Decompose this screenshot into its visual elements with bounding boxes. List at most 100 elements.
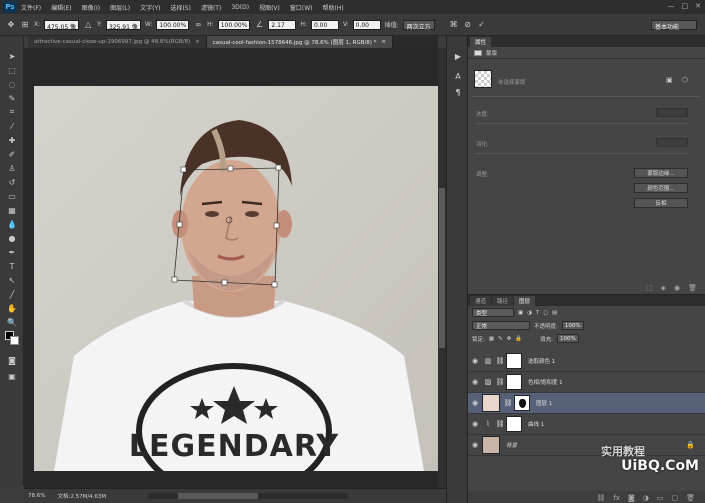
delete-icon[interactable]: 🗑 [688,284,697,292]
filter-pixel-icon[interactable]: ▣ [518,310,523,316]
feather-field[interactable] [656,138,688,147]
lasso-tool-icon[interactable]: ◌ [5,78,19,90]
scroll-thumb[interactable] [439,188,445,348]
dodge-tool-icon[interactable]: ● [5,232,19,244]
marquee-tool-icon[interactable]: ⬚ [5,64,19,76]
density-slider[interactable] [476,123,688,124]
layer-name[interactable]: 选取颜色 1 [528,357,555,365]
vertical-scrollbar[interactable] [438,48,446,488]
opacity-field[interactable]: 100% [561,321,584,330]
horizontal-scrollbar[interactable] [148,493,349,499]
chain-icon[interactable]: ⛓ [502,397,514,409]
transform-handle[interactable] [271,281,278,288]
load-selection-icon[interactable]: ⬚ [646,284,653,292]
close-button[interactable]: ✕ [695,2,701,10]
blend-mode-select[interactable]: 正常 [472,321,530,330]
minimize-button[interactable]: — [668,2,675,10]
fx-icon[interactable]: fx [613,494,620,502]
hskew-field[interactable]: 0.00 [310,19,339,30]
tab-layers[interactable]: 图层 [514,296,536,306]
quick-select-tool-icon[interactable]: ✎ [5,92,19,104]
layer-mask-thumbnail[interactable] [506,416,522,432]
cancel-icon[interactable]: ⊘ [463,20,473,30]
layer-row[interactable]: ◉ ▥ ⛓ 选取颜色 1 [468,351,705,372]
y-field[interactable]: 325.91 像 [105,19,141,31]
healing-tool-icon[interactable]: ✚ [5,134,19,146]
eraser-tool-icon[interactable]: ▭ [5,190,19,202]
chain-icon[interactable]: ⛓ [494,355,506,367]
color-range-button[interactable]: 颜色范围... [634,183,688,193]
tab-close-icon[interactable]: × [195,39,200,45]
filter-type-icon[interactable]: T [536,310,539,316]
document-image[interactable]: LEGENDARY [34,86,438,471]
new-layer-icon[interactable]: ▢ [671,494,678,502]
mask-edge-button[interactable]: 蒙版边缘... [634,168,688,178]
lock-move-icon[interactable]: ✥ [507,336,512,342]
stamp-tool-icon[interactable]: ♙ [5,162,19,174]
menu-3d[interactable]: 3D(D) [231,4,249,11]
chain-icon[interactable]: ⛓ [494,418,506,430]
tab-properties[interactable]: 属性 [470,37,492,47]
screen-mode-icon[interactable]: ▣ [5,370,19,382]
menu-filter[interactable]: 滤镜(T) [201,3,221,12]
density-field[interactable] [656,108,688,117]
tab-channels[interactable]: 通道 [470,296,492,306]
transform-handle[interactable] [176,221,183,228]
layer-mask-thumbnail[interactable] [506,374,522,390]
menu-image[interactable]: 图像(I) [82,3,100,12]
scroll-thumb[interactable] [178,493,259,499]
group-icon[interactable]: ▭ [657,494,664,502]
transform-handle[interactable] [221,279,228,286]
eye-icon[interactable]: ◉ [468,399,482,407]
workspace-select[interactable]: 基本功能 [651,20,697,31]
eye-icon[interactable]: ◉ [468,378,482,386]
tab-document-2[interactable]: casual-cool-fashion-1578646.jpg @ 78.6% … [206,36,393,48]
eye-icon[interactable]: ◉ [468,441,482,449]
tab-document-1[interactable]: attractive-casual-close-up-1906997.jpg @… [28,36,207,48]
invert-button[interactable]: 反相 [634,198,688,208]
warp-icon[interactable]: ⌘ [449,20,459,30]
fill-field[interactable]: 100% [557,334,579,343]
lock-paint-icon[interactable]: ✎ [498,336,503,342]
layer-mask-thumbnail[interactable] [514,395,530,411]
transform-handle[interactable] [275,164,282,171]
layer-name[interactable]: 背景 [506,441,517,449]
transform-tool-icon[interactable]: ✥ [6,20,16,30]
menu-type[interactable]: 文字(Y) [140,3,160,12]
layer-filter-select[interactable]: 类型 [472,308,514,317]
layer-name[interactable]: 曲线 1 [528,420,544,428]
layer-name[interactable]: 图层 1 [536,399,552,407]
path-select-tool-icon[interactable]: ↖ [5,274,19,286]
delta-icon[interactable]: △ [83,20,93,30]
menu-help[interactable]: 帮助(H) [323,3,344,12]
eye-icon[interactable]: ◉ [468,357,482,365]
zoom-level[interactable]: 78.6% [28,493,45,499]
tab-paths[interactable]: 路径 [492,296,514,306]
eyedropper-tool-icon[interactable]: ⁄ [5,120,19,132]
interpolation-select[interactable]: 两次立方 [402,19,435,31]
layer-thumbnail[interactable] [482,394,500,412]
vector-mask-icon[interactable]: ⬡ [682,76,688,84]
pen-tool-icon[interactable]: ✒ [5,246,19,258]
menu-file[interactable]: 文件(F) [21,3,41,12]
shape-tool-icon[interactable]: ╱ [5,288,19,300]
angle-field[interactable]: 2.17 [268,19,297,30]
play-icon[interactable]: ▶ [452,50,464,62]
character-icon[interactable]: A [452,70,464,82]
chain-icon[interactable]: ⛓ [494,376,506,388]
paragraph-icon[interactable]: ¶ [452,86,464,98]
reference-point-icon[interactable]: ⊞ [20,20,30,30]
x-field[interactable]: 475.05 像 [44,19,80,31]
gradient-tool-icon[interactable]: ▦ [5,204,19,216]
crop-tool-icon[interactable]: ⌗ [5,106,19,118]
zoom-tool-icon[interactable]: 🔍 [5,316,19,328]
link-layers-icon[interactable]: ⛓ [596,494,605,502]
menu-window[interactable]: 窗口(W) [290,3,313,12]
eye-icon[interactable]: ◉ [468,420,482,428]
quick-mask-icon[interactable]: ◙ [5,354,19,366]
transform-handle[interactable] [171,276,178,283]
layer-row[interactable]: ◉ 背景 🔒 [468,435,705,456]
layer-name[interactable]: 色相/饱和度 1 [528,378,563,386]
history-brush-tool-icon[interactable]: ↺ [5,176,19,188]
brush-tool-icon[interactable]: ✐ [5,148,19,160]
